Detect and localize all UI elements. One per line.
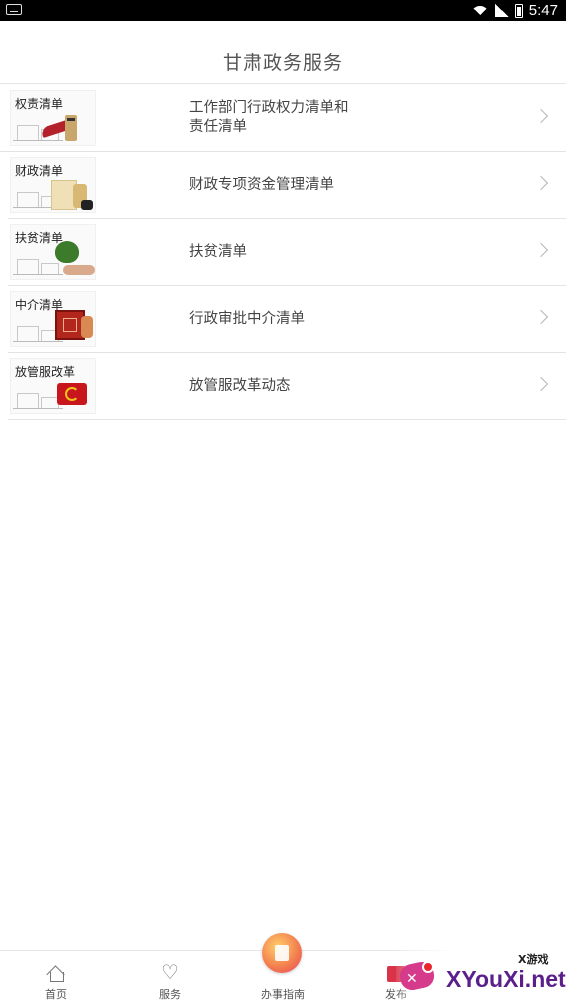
list-item-label: 行政审批中介清单 — [189, 310, 305, 327]
keyboard-icon — [6, 4, 22, 15]
list-item-label-line2: 责任清单 — [189, 119, 247, 135]
building-sketch-icon — [13, 387, 63, 409]
thumbnail-label: 权责清单 — [15, 97, 64, 111]
list-item-label: 财政专项资金管理清单 — [189, 176, 334, 193]
home-icon — [47, 964, 65, 982]
list-item-finance[interactable]: 财政清单 财政专项资金管理清单 — [8, 152, 566, 219]
gamepad-logo-icon: ✕ — [397, 955, 438, 993]
list-menu: 权责清单 工作部门行政权力清单和 责任清单 财政清单 财政专项资金管理清单 扶贫… — [0, 85, 566, 420]
wifi-icon — [470, 4, 489, 18]
list-item-text: 扶贫清单 — [189, 219, 389, 285]
tab-label: 办事指南 — [261, 988, 305, 1001]
chevron-right-icon — [533, 376, 549, 392]
heart-icon — [161, 960, 179, 984]
list-item-poverty[interactable]: 扶贫清单 扶贫清单 — [8, 219, 566, 286]
thumbnail-reform: 放管服改革 — [10, 358, 96, 414]
thumbnail-intermediary: 中介清单 — [10, 291, 96, 347]
tab-service[interactable]: 服务 — [130, 951, 210, 1006]
status-icons: 5:47 — [470, 2, 558, 19]
coin-stack-icon — [51, 176, 95, 212]
watermark-tagline: X游戏 — [518, 953, 549, 966]
app-header: 甘肃政务服务 — [0, 21, 566, 84]
guide-book-icon — [262, 933, 302, 973]
list-item-label: 工作部门行政权力清单和 — [189, 100, 349, 116]
list-item-intermediary[interactable]: 中介清单 行政审批中介清单 — [8, 286, 566, 353]
tab-home[interactable]: 首页 — [16, 951, 96, 1006]
chevron-right-icon — [533, 175, 549, 191]
chevron-right-icon — [533, 108, 549, 124]
ribbon-icon — [40, 115, 81, 141]
thumbnail-finance: 财政清单 — [10, 157, 96, 213]
thumbnail-label: 放管服改革 — [15, 365, 76, 379]
list-item-text: 工作部门行政权力清单和 责任清单 — [189, 85, 389, 151]
party-flag-icon — [57, 379, 91, 409]
tab-guide[interactable]: 办事指南 — [243, 933, 323, 1006]
list-item-power-responsibility[interactable]: 权责清单 工作部门行政权力清单和 责任清单 — [0, 85, 566, 152]
thumbnail-power-responsibility: 权责清单 — [10, 90, 96, 146]
list-item-reform[interactable]: 放管服改革 放管服改革动态 — [8, 353, 566, 420]
seal-stamp-icon — [51, 308, 93, 344]
tab-label: 首页 — [45, 988, 67, 1001]
list-item-text: 财政专项资金管理清单 — [189, 152, 389, 218]
tree-in-hand-icon — [49, 241, 95, 279]
status-bar: 5:47 — [0, 0, 566, 21]
thumbnail-poverty: 扶贫清单 — [10, 224, 96, 280]
status-time: 5:47 — [528, 2, 558, 19]
watermark-brand: XYouXi.net — [446, 966, 566, 992]
signal-icon — [494, 4, 509, 17]
tab-label: 服务 — [159, 988, 181, 1001]
list-item-label: 扶贫清单 — [189, 243, 247, 260]
chevron-right-icon — [533, 309, 549, 325]
battery-icon — [514, 3, 523, 18]
list-item-label: 放管服改革动态 — [189, 377, 291, 394]
list-item-text: 放管服改革动态 — [189, 353, 389, 419]
chevron-right-icon — [533, 242, 549, 258]
page-title: 甘肃政务服务 — [222, 51, 343, 74]
list-item-text: 行政审批中介清单 — [189, 286, 389, 352]
